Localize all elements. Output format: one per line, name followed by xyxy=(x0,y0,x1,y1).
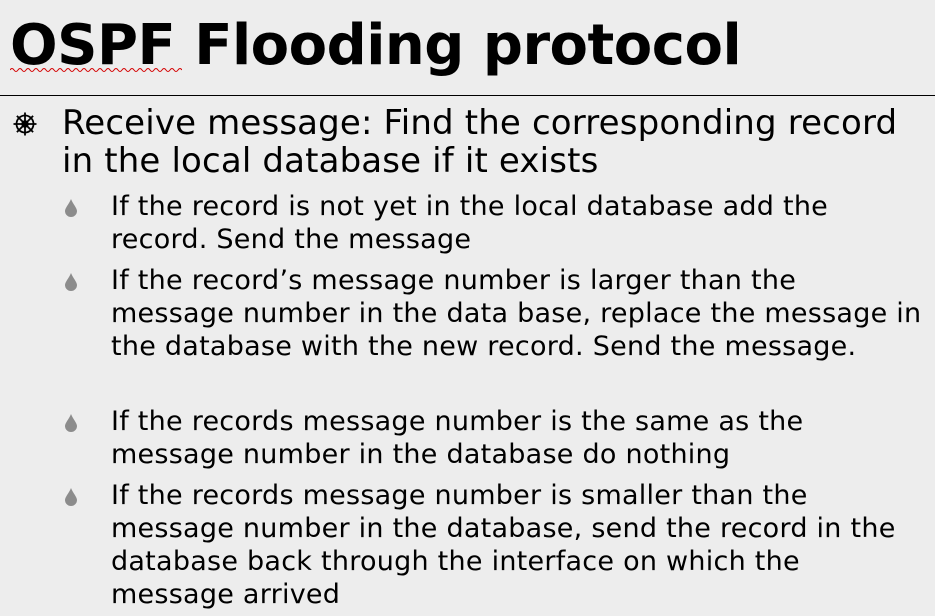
title-divider xyxy=(0,95,935,96)
drop-bullet-icon xyxy=(65,273,77,291)
drop-bullet-icon xyxy=(65,414,77,432)
wheel-bullet-icon xyxy=(13,112,37,136)
sub-point-text: If the record is not yet in the local da… xyxy=(111,191,829,255)
main-point: Receive message: Find the corresponding … xyxy=(62,103,898,181)
slide: OSPF Flooding protocol Receive message: … xyxy=(0,0,935,616)
drop-bullet-icon xyxy=(65,488,77,506)
spellcheck-underline xyxy=(10,68,182,72)
sub-point-text: If the records message number is smaller… xyxy=(111,480,896,610)
drop-bullet-icon xyxy=(65,199,77,217)
sub-point-text: If the records message number is the sam… xyxy=(111,406,804,470)
sub-point-text: If the record’s message number is larger… xyxy=(111,265,922,362)
